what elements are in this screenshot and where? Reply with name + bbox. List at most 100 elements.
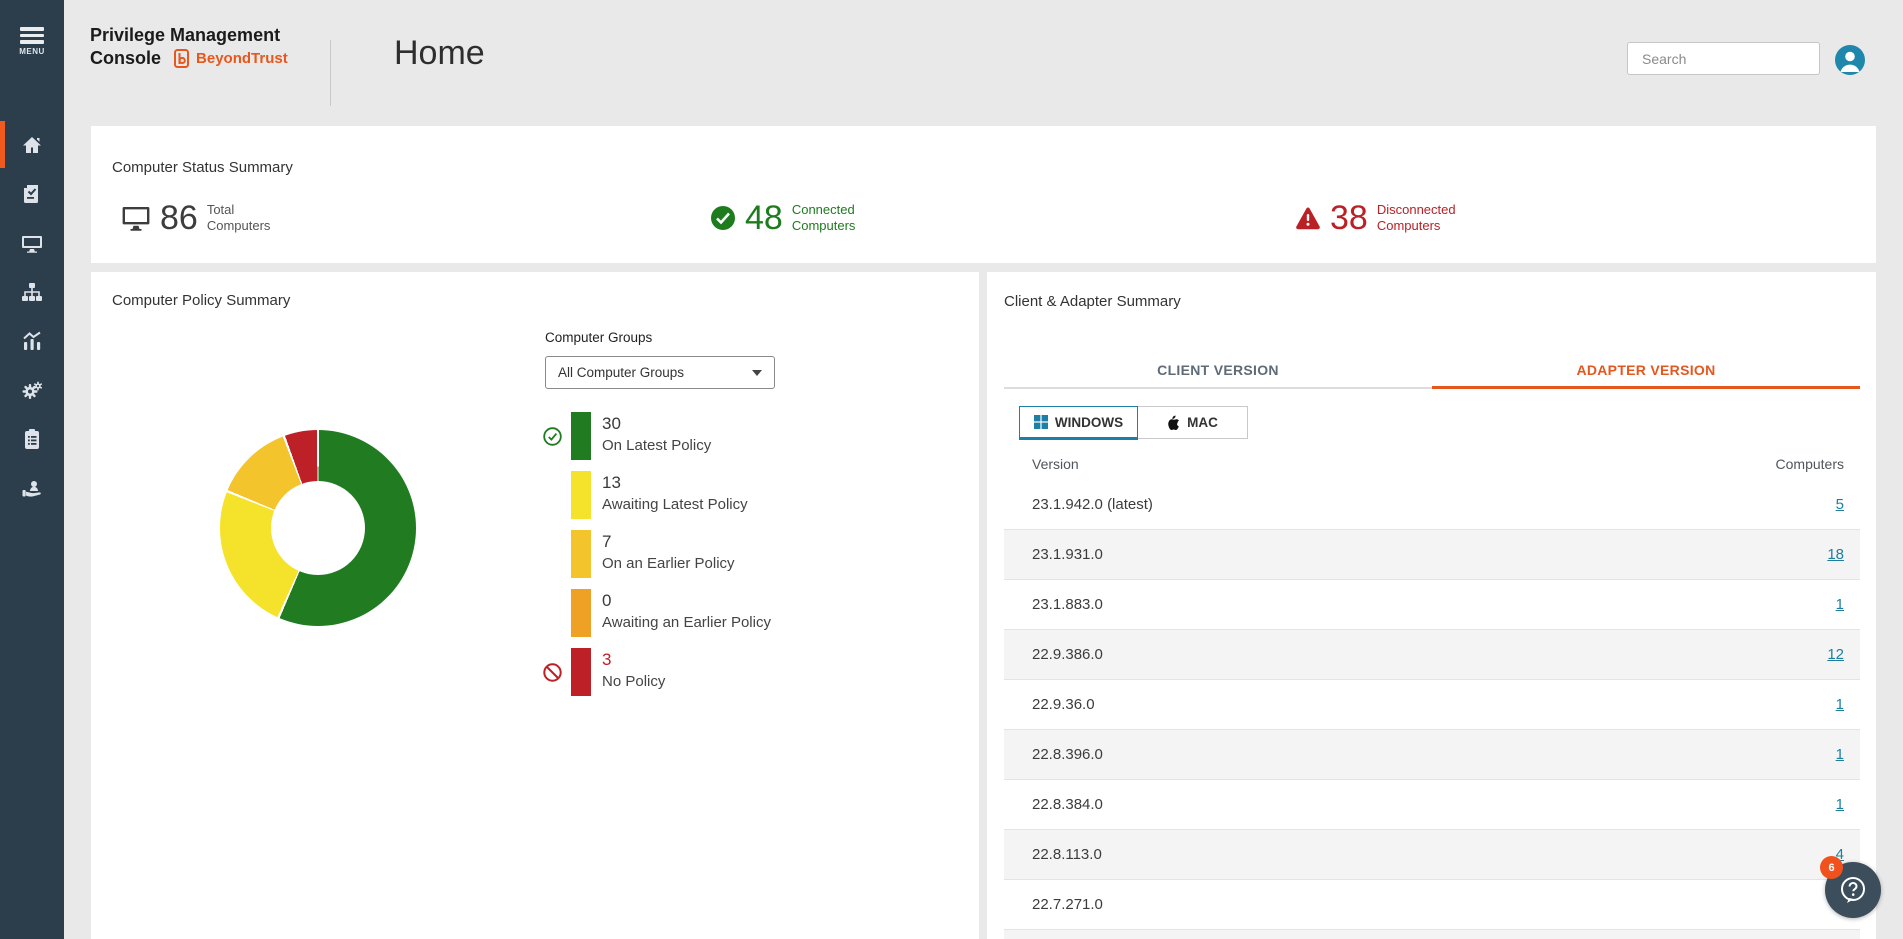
page: MENU (0, 0, 1903, 939)
table-row: 22.7.271.0 1 (1004, 880, 1860, 930)
client-adapter-summary-card: Client & Adapter Summary CLIENT VERSION … (987, 272, 1876, 939)
brand-line2: Console (90, 47, 161, 70)
tab-client-version[interactable]: CLIENT VERSION (1004, 352, 1432, 387)
sidebar-item-configuration[interactable] (0, 365, 64, 414)
computers-link[interactable]: 18 (1827, 546, 1844, 563)
computer-groups-label: Computer Groups (545, 330, 652, 345)
computers-icon (20, 231, 44, 255)
chevron-down-icon (752, 370, 762, 376)
sidebar-item-home[interactable] (0, 120, 64, 169)
beyondtrust-logo-icon (173, 48, 191, 69)
sitemap-icon (20, 280, 44, 304)
user-avatar[interactable] (1835, 45, 1865, 75)
header-divider (330, 40, 331, 106)
tab-adapter-version[interactable]: ADAPTER VERSION (1432, 352, 1860, 387)
hamburger-icon (20, 27, 44, 31)
sidebar-item-computer-groups[interactable] (0, 267, 64, 316)
adapter-tabs: CLIENT VERSION ADAPTER VERSION (1004, 352, 1860, 389)
disconnected-computers-label: Disconnected Computers (1377, 202, 1456, 234)
analytics-icon (20, 329, 44, 353)
legend-item-no-policy: 3 No Policy (543, 648, 771, 696)
brand-line1: Privilege Management (90, 24, 288, 47)
windows-icon (1034, 415, 1048, 429)
platform-toggle: WINDOWS MAC (1019, 406, 1248, 440)
page-title: Home (394, 34, 485, 73)
table-row: 23.1.931.0 18 (1004, 530, 1860, 580)
table-row (1004, 930, 1860, 939)
disconnected-computers-value: 38 (1330, 200, 1368, 236)
menu-label: MENU (0, 47, 64, 56)
total-computers-stat: 86 Total Computers (121, 200, 270, 236)
warning-icon (1295, 206, 1321, 230)
support-icon (20, 476, 44, 500)
settings-icon (20, 378, 44, 402)
table-header: Version Computers (1004, 456, 1860, 476)
beyondtrust-logo: BeyondTrust (173, 47, 288, 70)
sidebar-item-support[interactable] (0, 463, 64, 512)
legend-item-awaiting-latest: 13 Awaiting Latest Policy (543, 471, 771, 519)
notification-badge[interactable]: 6 (1820, 856, 1843, 879)
computers-link[interactable]: 1 (1836, 796, 1844, 813)
mac-button[interactable]: MAC (1138, 406, 1248, 439)
computers-link[interactable]: 12 (1827, 646, 1844, 663)
circled-check-icon (543, 427, 562, 446)
policy-card-title: Computer Policy Summary (112, 292, 290, 309)
total-computers-value: 86 (160, 200, 198, 236)
sidebar-item-analytics[interactable] (0, 316, 64, 365)
legend-swatch (571, 471, 591, 519)
computers-link[interactable]: 1 (1836, 746, 1844, 763)
connected-computers-value: 48 (745, 200, 783, 236)
no-policy-icon (543, 663, 562, 682)
legend-swatch (571, 589, 591, 637)
computer-policy-summary-card: Computer Policy Summary Computer Groups … (91, 272, 979, 939)
user-icon (1835, 45, 1865, 75)
search-box (1627, 42, 1820, 75)
computers-link[interactable]: 1 (1836, 696, 1844, 713)
table-row: 22.8.396.0 1 (1004, 730, 1860, 780)
status-card-title: Computer Status Summary (112, 159, 293, 176)
legend-swatch (571, 412, 591, 460)
table-row: 23.1.942.0 (latest) 5 (1004, 480, 1860, 530)
app-brand: Privilege Management Console BeyondTrust (90, 24, 288, 70)
table-row: 22.9.386.0 12 (1004, 630, 1860, 680)
legend-swatch (571, 530, 591, 578)
sidebar-item-tasks[interactable] (0, 414, 64, 463)
menu-button[interactable]: MENU (0, 24, 64, 56)
table-row: 23.1.883.0 1 (1004, 580, 1860, 630)
column-version: Version (1032, 456, 1079, 476)
policy-legend: 30 On Latest Policy 13 Awaiting Latest P… (543, 412, 771, 707)
adapter-card-title: Client & Adapter Summary (1004, 293, 1181, 310)
legend-item-on-earlier: 7 On an Earlier Policy (543, 530, 771, 578)
table-row: 22.8.384.0 1 (1004, 780, 1860, 830)
legend-swatch (571, 648, 591, 696)
apple-icon (1167, 415, 1180, 430)
legend-item-on-latest: 30 On Latest Policy (543, 412, 771, 460)
monitor-icon (121, 205, 151, 232)
disconnected-computers-stat: 38 Disconnected Computers (1295, 200, 1456, 236)
computer-groups-dropdown[interactable]: All Computer Groups (545, 356, 775, 389)
computers-link[interactable]: 1 (1836, 596, 1844, 613)
legend-item-awaiting-earlier: 0 Awaiting an Earlier Policy (543, 589, 771, 637)
connected-computers-label: Connected Computers (792, 202, 856, 234)
table-row: 22.9.36.0 1 (1004, 680, 1860, 730)
search-input[interactable] (1642, 51, 1823, 67)
connected-computers-stat: 48 Connected Computers (710, 200, 855, 236)
logo-text: BeyondTrust (196, 47, 288, 70)
clipboard-icon (20, 427, 44, 451)
version-table: 23.1.942.0 (latest) 5 23.1.931.0 18 23.1… (1004, 480, 1860, 939)
sidebar-nav (0, 120, 64, 512)
table-row: 22.8.113.0 4 (1004, 830, 1860, 880)
computer-groups-value: All Computer Groups (558, 365, 684, 380)
check-circle-icon (710, 205, 736, 231)
windows-button[interactable]: WINDOWS (1019, 406, 1138, 440)
total-computers-label: Total Computers (207, 202, 271, 234)
sidebar-item-computers[interactable] (0, 218, 64, 267)
sidebar-item-policies[interactable] (0, 169, 64, 218)
computers-link[interactable]: 5 (1836, 496, 1844, 513)
help-chat-icon (1838, 875, 1868, 905)
sidebar: MENU (0, 0, 64, 939)
policy-icon (20, 182, 44, 206)
column-computers: Computers (1776, 456, 1844, 476)
computer-status-summary-card: Computer Status Summary 86 Total Compute… (91, 126, 1876, 263)
policy-donut-hole (271, 481, 365, 575)
